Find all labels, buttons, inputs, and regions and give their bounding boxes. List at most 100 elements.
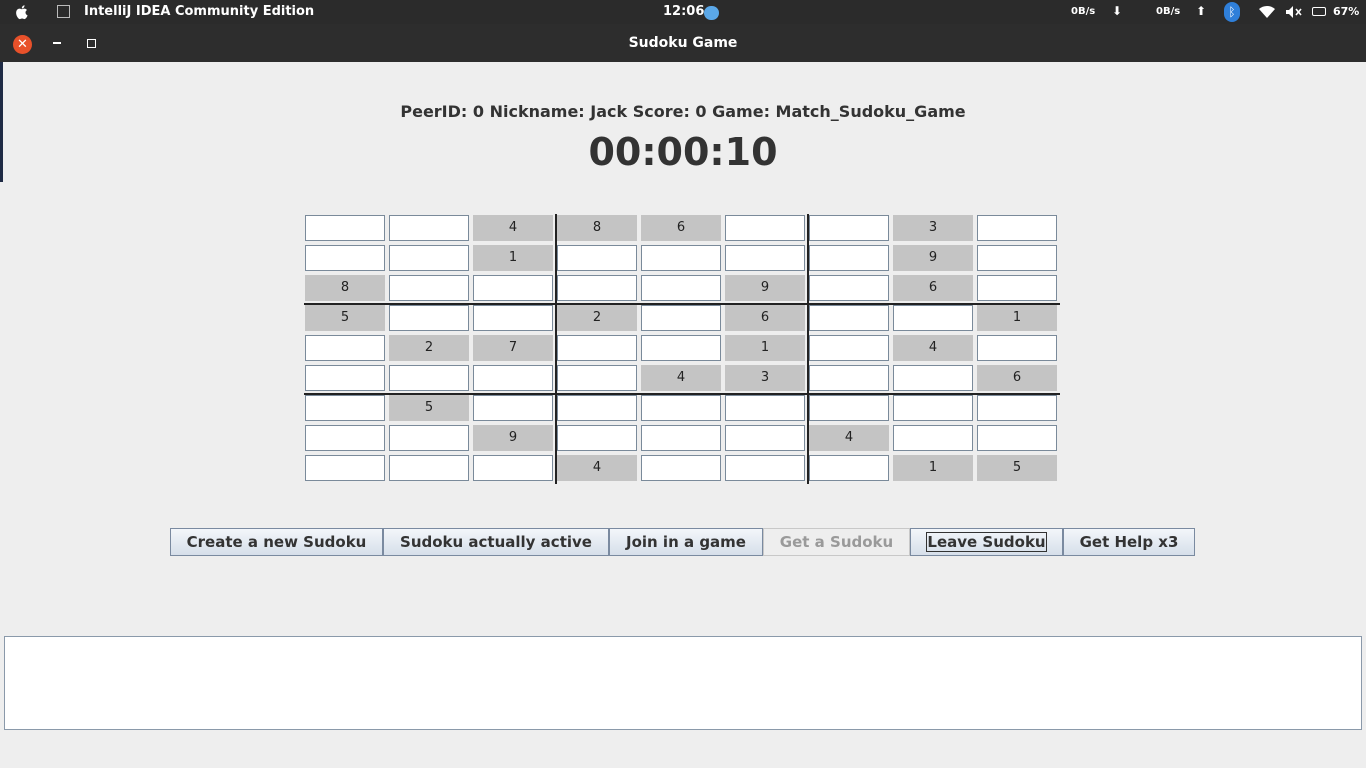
sudoku-cell-r4-c7[interactable] <box>809 305 889 331</box>
sudoku-cell-r3-c2[interactable] <box>389 275 469 301</box>
sudoku-cell-r6-c4[interactable] <box>557 365 637 391</box>
box-divider-vertical <box>555 214 557 484</box>
sudoku-cell-r7-c4[interactable] <box>557 395 637 421</box>
sudoku-cell-r8-c7: 4 <box>809 425 889 451</box>
upload-arrow-icon: ⬆ <box>1196 4 1207 18</box>
sudoku-cell-r6-c1[interactable] <box>305 365 385 391</box>
get-sudoku-button: Get a Sudoku <box>763 528 910 556</box>
sudoku-cell-r4-c4: 2 <box>557 305 637 331</box>
sudoku-cell-r2-c9[interactable] <box>977 245 1057 271</box>
sudoku-cell-r5-c4[interactable] <box>557 335 637 361</box>
system-clock[interactable]: 12:06 <box>663 4 704 19</box>
sudoku-cell-r5-c9[interactable] <box>977 335 1057 361</box>
window-title-bar: ✕ Sudoku Game <box>0 24 1366 62</box>
sudoku-cell-r3-c3[interactable] <box>473 275 553 301</box>
sudoku-cell-r4-c5[interactable] <box>641 305 721 331</box>
sudoku-cell-r2-c7[interactable] <box>809 245 889 271</box>
net-upload-rate: 0B/s <box>1156 6 1181 17</box>
sudoku-cell-r7-c1[interactable] <box>305 395 385 421</box>
sudoku-cell-r9-c6[interactable] <box>725 455 805 481</box>
sudoku-cell-r2-c5[interactable] <box>641 245 721 271</box>
sudoku-cell-r6-c9: 6 <box>977 365 1057 391</box>
active-sudoku-button[interactable]: Sudoku actually active <box>383 528 609 556</box>
window-title: Sudoku Game <box>628 35 738 51</box>
sudoku-cell-r3-c5[interactable] <box>641 275 721 301</box>
sudoku-cell-r6-c7[interactable] <box>809 365 889 391</box>
sudoku-cell-r3-c4[interactable] <box>557 275 637 301</box>
sudoku-cell-r2-c1[interactable] <box>305 245 385 271</box>
sudoku-cell-r5-c7[interactable] <box>809 335 889 361</box>
sudoku-cell-r4-c1: 5 <box>305 305 385 331</box>
battery-percentage: 67% <box>1333 5 1360 18</box>
sudoku-cell-r8-c6[interactable] <box>725 425 805 451</box>
bluetooth-icon[interactable]: ᛒ <box>1224 2 1240 22</box>
sudoku-cell-r4-c2[interactable] <box>389 305 469 331</box>
sudoku-cell-r3-c7[interactable] <box>809 275 889 301</box>
sudoku-cell-r5-c5[interactable] <box>641 335 721 361</box>
box-divider-horizontal <box>304 393 1060 395</box>
sudoku-cell-r8-c2[interactable] <box>389 425 469 451</box>
sudoku-cell-r7-c6[interactable] <box>725 395 805 421</box>
log-text-area[interactable] <box>4 636 1362 730</box>
wifi-icon[interactable] <box>1258 5 1276 19</box>
sudoku-cell-r4-c8[interactable] <box>893 305 973 331</box>
sudoku-cell-r2-c8: 9 <box>893 245 973 271</box>
sudoku-cell-r1-c1[interactable] <box>305 215 385 241</box>
active-sudoku-button-label: Sudoku actually active <box>400 533 592 551</box>
sudoku-cell-r8-c9[interactable] <box>977 425 1057 451</box>
sudoku-cell-r9-c4: 4 <box>557 455 637 481</box>
sudoku-cell-r1-c7[interactable] <box>809 215 889 241</box>
sudoku-cell-r2-c6[interactable] <box>725 245 805 271</box>
net-download-rate: 0B/s <box>1071 6 1096 17</box>
sudoku-cell-r2-c4[interactable] <box>557 245 637 271</box>
sudoku-cell-r1-c4: 8 <box>557 215 637 241</box>
notification-icon[interactable] <box>704 6 719 20</box>
intellij-app-icon <box>57 5 70 18</box>
apple-menu-icon[interactable] <box>13 3 31 21</box>
sudoku-cell-r6-c6: 3 <box>725 365 805 391</box>
leave-sudoku-button-label: Leave Sudoku <box>926 532 1047 552</box>
sudoku-cell-r8-c5[interactable] <box>641 425 721 451</box>
join-game-button-label: Join in a game <box>626 533 746 551</box>
sudoku-cell-r9-c3[interactable] <box>473 455 553 481</box>
sudoku-cell-r1-c8: 3 <box>893 215 973 241</box>
system-top-bar: IntelliJ IDEA Community Edition 12:06 0B… <box>0 0 1366 24</box>
active-app-name[interactable]: IntelliJ IDEA Community Edition <box>84 4 314 19</box>
sudoku-cell-r9-c1[interactable] <box>305 455 385 481</box>
sudoku-cell-r1-c2[interactable] <box>389 215 469 241</box>
leave-sudoku-button[interactable]: Leave Sudoku <box>910 528 1063 556</box>
sudoku-cell-r6-c8[interactable] <box>893 365 973 391</box>
box-divider-vertical <box>807 214 809 484</box>
create-sudoku-button[interactable]: Create a new Sudoku <box>170 528 383 556</box>
volume-muted-icon[interactable] <box>1285 5 1303 19</box>
sudoku-cell-r9-c7[interactable] <box>809 455 889 481</box>
get-help-button[interactable]: Get Help x3 <box>1063 528 1195 556</box>
get-sudoku-button-label: Get a Sudoku <box>779 533 894 551</box>
sudoku-cell-r5-c1[interactable] <box>305 335 385 361</box>
sudoku-cell-r3-c9[interactable] <box>977 275 1057 301</box>
sudoku-cell-r8-c8[interactable] <box>893 425 973 451</box>
battery-icon[interactable] <box>1312 7 1326 16</box>
sudoku-cell-r2-c2[interactable] <box>389 245 469 271</box>
create-sudoku-button-label: Create a new Sudoku <box>186 533 367 551</box>
sudoku-cell-r5-c8: 4 <box>893 335 973 361</box>
sudoku-cell-r9-c5[interactable] <box>641 455 721 481</box>
sudoku-cell-r7-c9[interactable] <box>977 395 1057 421</box>
sudoku-cell-r6-c3[interactable] <box>473 365 553 391</box>
sudoku-cell-r7-c8[interactable] <box>893 395 973 421</box>
sudoku-cell-r1-c6[interactable] <box>725 215 805 241</box>
sudoku-cell-r7-c5[interactable] <box>641 395 721 421</box>
sudoku-cell-r1-c3: 4 <box>473 215 553 241</box>
sudoku-cell-r8-c4[interactable] <box>557 425 637 451</box>
action-button-bar: Create a new Sudoku Sudoku actually activ… <box>170 528 1200 556</box>
sudoku-cell-r7-c3[interactable] <box>473 395 553 421</box>
join-game-button[interactable]: Join in a game <box>609 528 763 556</box>
sudoku-cell-r8-c1[interactable] <box>305 425 385 451</box>
sudoku-cell-r6-c2[interactable] <box>389 365 469 391</box>
sudoku-cell-r7-c7[interactable] <box>809 395 889 421</box>
sudoku-cell-r9-c2[interactable] <box>389 455 469 481</box>
get-help-button-label: Get Help x3 <box>1079 533 1179 551</box>
sudoku-cell-r6-c5: 4 <box>641 365 721 391</box>
sudoku-cell-r1-c9[interactable] <box>977 215 1057 241</box>
sudoku-cell-r4-c3[interactable] <box>473 305 553 331</box>
